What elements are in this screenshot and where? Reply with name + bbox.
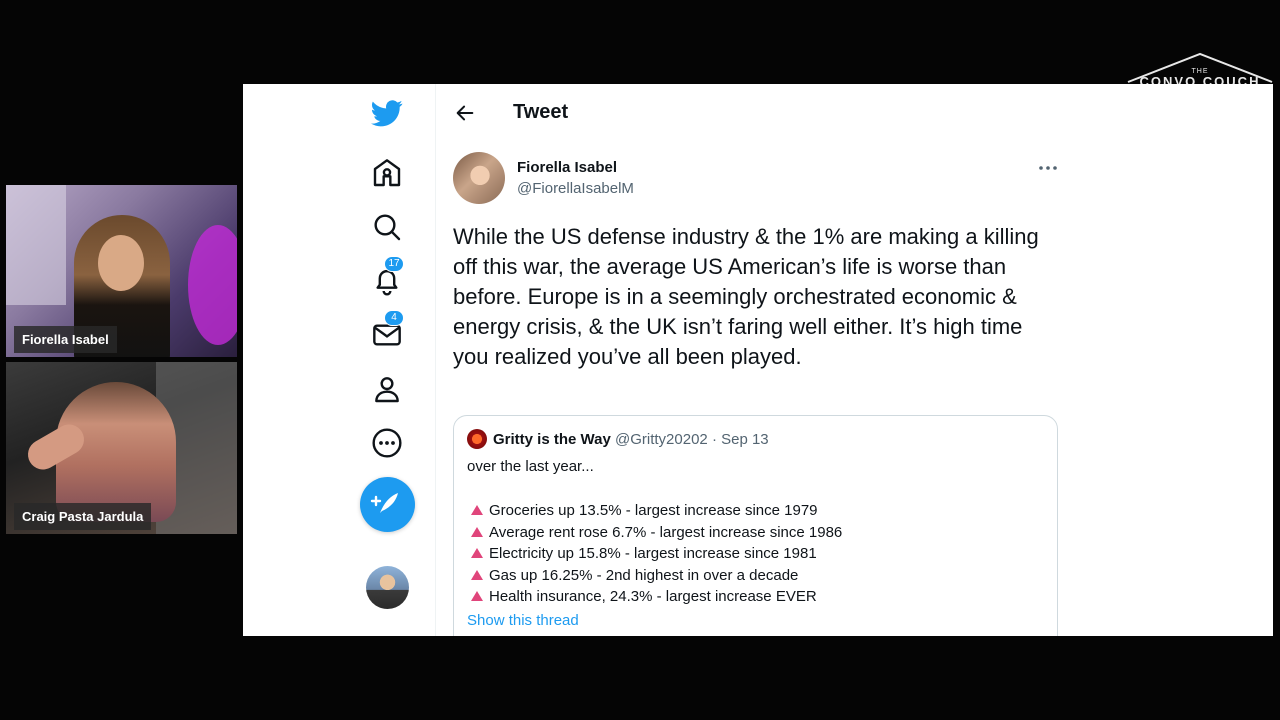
more-options-icon[interactable] (1036, 158, 1060, 178)
quoted-tweet[interactable]: Gritty is the Way @Gritty20202 · Sep 13 … (453, 415, 1058, 636)
explore-icon[interactable] (371, 211, 403, 243)
author-avatar[interactable] (453, 152, 505, 204)
red-triangle-icon (471, 591, 483, 601)
more-icon[interactable] (371, 427, 403, 459)
twitter-bird-icon[interactable] (371, 97, 403, 129)
red-triangle-icon (471, 526, 483, 537)
participant-name: Fiorella Isabel (14, 326, 117, 353)
convo-couch-logo: THE CONVO COUCH (1126, 52, 1274, 89)
person-face (98, 235, 144, 291)
messages-badge: 4 (384, 310, 404, 326)
twitter-sidebar: 17 4 (243, 84, 436, 636)
quoted-author-handle: @Gritty20202 (614, 431, 708, 448)
quoted-author-name: Gritty is the Way (493, 431, 611, 448)
list-item: Health insurance, 24.3% - largest increa… (471, 586, 842, 608)
red-triangle-icon (471, 569, 483, 580)
tweet-detail: Tweet Fiorella Isabel @FiorellaIsabelM W… (436, 84, 1076, 636)
quoted-tweet-header: Gritty is the Way @Gritty20202 · Sep 13 (493, 431, 769, 448)
author-handle[interactable]: @FiorellaIsabelM (517, 180, 634, 197)
list-item-text: Gas up 16.25% - 2nd highest in over a de… (489, 566, 799, 584)
author-name[interactable]: Fiorella Isabel (517, 159, 617, 176)
twitter-window: 17 4 Tweet Fiorella Isabel @FiorellaIsab (243, 84, 1273, 636)
participant-name: Craig Pasta Jardula (14, 503, 152, 530)
list-item: Electricity up 15.8% - largest increase … (471, 543, 842, 565)
home-icon[interactable] (371, 157, 403, 189)
profile-icon[interactable] (371, 373, 403, 405)
quoted-list: Groceries up 13.5% - largest increase si… (471, 500, 842, 608)
background-light (188, 225, 237, 345)
list-item-text: Average rent rose 6.7% - largest increas… (489, 523, 843, 541)
list-item: Average rent rose 6.7% - largest increas… (471, 522, 842, 544)
list-item-text: Electricity up 15.8% - largest increase … (489, 545, 817, 562)
list-item-text: Health insurance, 24.3% - largest increa… (489, 588, 817, 605)
red-triangle-icon (471, 548, 483, 558)
notifications-icon[interactable]: 17 (371, 256, 404, 297)
back-arrow-icon[interactable] (454, 102, 476, 124)
video-tile-1: Fiorella Isabel (6, 185, 237, 357)
quoted-date: · Sep 13 (711, 431, 769, 448)
notifications-badge: 17 (384, 256, 404, 272)
background-shelf (6, 185, 66, 305)
video-tile-2: Craig Pasta Jardula (6, 362, 237, 534)
list-item: Gas up 16.25% - 2nd highest in over a de… (471, 565, 842, 587)
quoted-intro: over the last year... (467, 458, 594, 475)
tweet-text: While the US defense industry & the 1% a… (453, 224, 1039, 369)
account-avatar[interactable] (366, 566, 409, 609)
compose-tweet-button[interactable] (360, 477, 415, 532)
quoted-author-avatar (467, 429, 487, 449)
list-item-text: Groceries up 13.5% - largest increase si… (489, 502, 818, 519)
red-triangle-icon (471, 505, 483, 515)
page-title: Tweet (513, 101, 569, 123)
compose-icon (370, 493, 398, 513)
list-item: Groceries up 13.5% - largest increase si… (471, 500, 842, 522)
show-thread-link[interactable]: Show this thread (467, 612, 579, 629)
messages-icon[interactable]: 4 (371, 310, 404, 351)
